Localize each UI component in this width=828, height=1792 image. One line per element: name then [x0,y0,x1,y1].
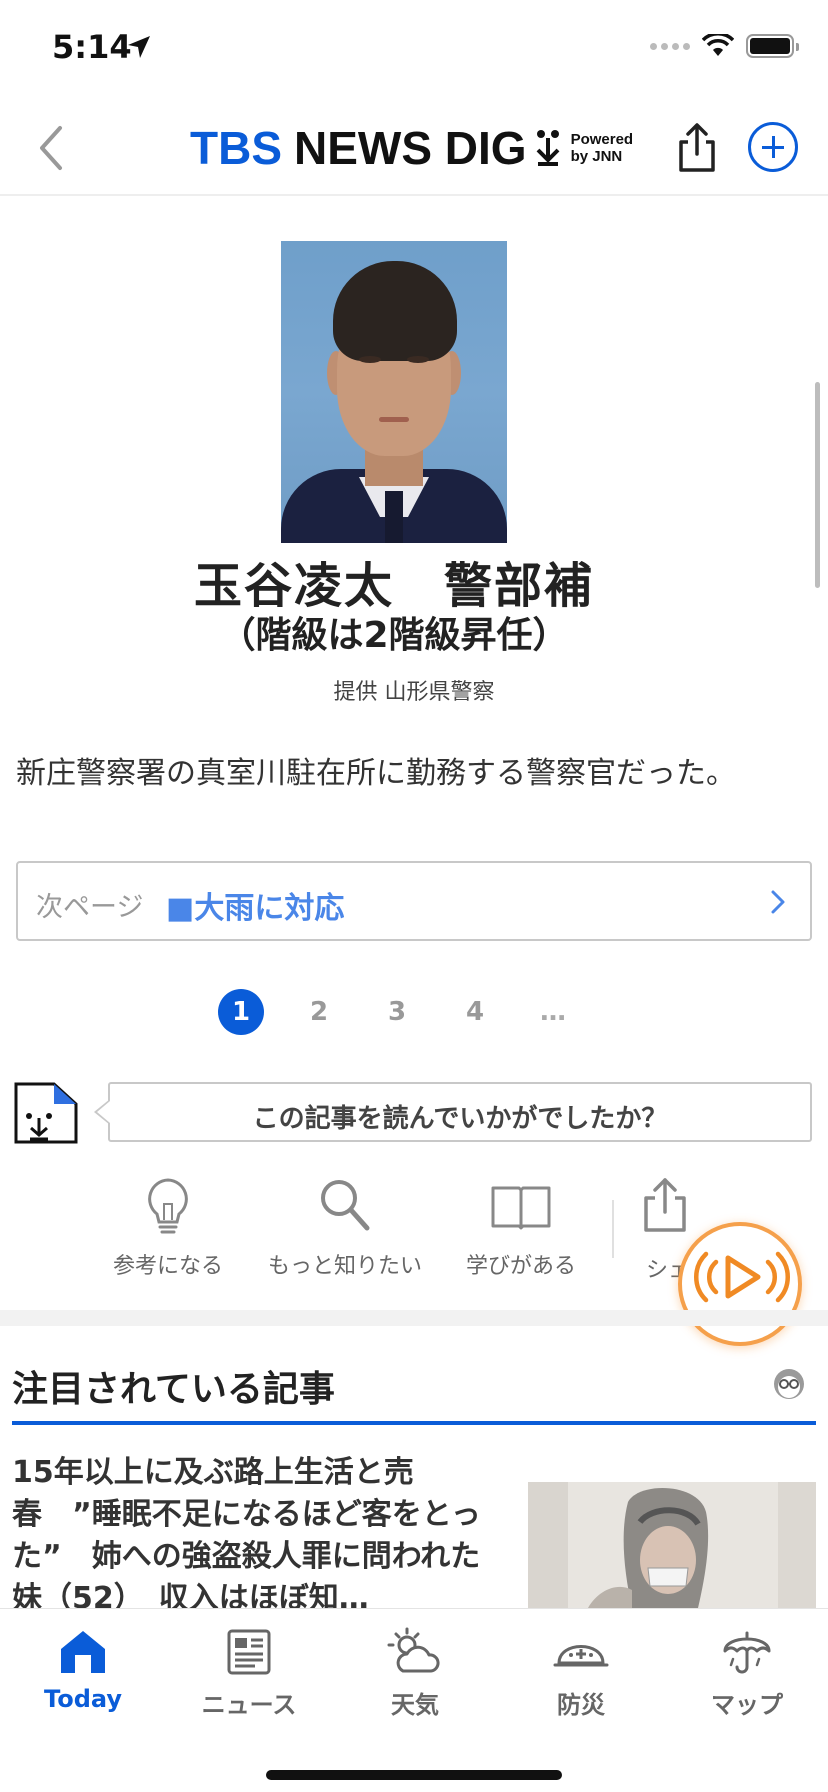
bottom-tab-bar: Today ニュース 天気 防災 マップ [0,1608,828,1792]
page-2-button[interactable]: 2 [296,989,342,1035]
tab-today[interactable]: Today [0,1627,166,1713]
tab-disaster-prevention[interactable]: 防災 [498,1627,664,1720]
photo-credit: 提供 山形県警察 [333,680,495,705]
trending-article-thumbnail [528,1482,816,1608]
book-icon [491,1186,551,1230]
chevron-right-icon [771,890,785,914]
glasses-mascot-icon [774,1369,804,1399]
battery-icon [746,34,799,58]
newspaper-icon [227,1629,271,1675]
reaction-want-more-button[interactable]: もっと知りたい [265,1176,425,1280]
share-icon[interactable] [672,120,722,176]
status-bar: 5:14 [0,0,828,100]
reaction-divider [612,1200,614,1258]
logo-mascot-icon [536,130,559,166]
page-4-button[interactable]: 4 [452,989,498,1035]
reaction-learned-label: 学びがある [465,1254,576,1279]
map-umbrella-icon [723,1631,771,1674]
feedback-question-bubble: この記事を読んでいかがでしたか？ [108,1082,812,1142]
trending-section-title: 注目されている記事 [12,1369,335,1410]
feedback-question: この記事を読んでいかがでしたか？ [252,1104,668,1134]
reaction-learned-button[interactable]: 学びがある [441,1176,601,1280]
helmet-icon [553,1645,609,1667]
tab-weather-label: 天気 [391,1691,439,1719]
next-page-title: ■大雨に対応 [166,891,345,926]
page-3-button[interactable]: 3 [374,989,420,1035]
logo-tbs-text: TBS [190,122,282,174]
tab-news[interactable]: ニュース [166,1627,332,1720]
reaction-helpful-label: 参考になる [112,1254,223,1279]
tab-today-label: Today [44,1685,122,1713]
article-photo [281,241,507,543]
tab-map-label: マップ [711,1691,783,1719]
home-icon [61,1631,105,1673]
trending-article-card[interactable]: 15年以上に及ぶ路上生活と売春 ”睡眠不足になるほど客をとった” 姉への強盗殺人… [0,1452,828,1608]
app-logo: TBS NEWS DIG Powered by JNN [190,118,633,178]
tab-map[interactable]: マップ [664,1627,828,1720]
trending-section-rule [12,1421,816,1425]
page-more-indicator: … [540,997,566,1027]
next-page-label: 次ページ [36,892,144,923]
pagination: 1 2 3 4 … [0,989,828,1035]
page-1-button[interactable]: 1 [218,989,264,1035]
logo-news-dig-text: NEWS DIG [294,122,527,174]
add-button[interactable] [748,122,798,172]
reaction-want-more-label: もっと知りたい [267,1254,422,1279]
share-icon [644,1178,686,1232]
tab-disaster-label: 防災 [557,1691,605,1719]
location-arrow-icon [128,36,150,58]
logo-powered-line2: by JNN [570,148,623,165]
live-stream-button[interactable]: LIVE [678,1222,802,1346]
logo-powered-by: Powered by JNN [571,131,634,165]
scroll-indicator [815,382,820,588]
tab-weather[interactable]: 天気 [332,1627,498,1720]
mascot-icon [14,1082,78,1144]
article-body-text: 新庄警察署の真室川駐在所に勤務する警察官だった。 [16,756,736,791]
status-indicators [650,34,799,58]
lightbulb-icon [148,1178,188,1234]
reaction-helpful-button[interactable]: 参考になる [88,1176,248,1280]
cellular-signal-icon [650,42,690,50]
logo-powered-line1: Powered [570,131,634,148]
back-chevron-icon[interactable] [26,120,76,176]
status-time: 5:14 [52,28,132,66]
search-icon [321,1180,370,1231]
section-separator [0,1310,828,1326]
trending-article-title: 15年以上に及ぶ路上生活と売春 ”睡眠不足になるほど客をとった” 姉への強盗殺人… [12,1455,481,1608]
navigation-bar: TBS NEWS DIG Powered by JNN [0,100,828,196]
wifi-icon [702,34,734,56]
next-page-link[interactable]: 次ページ ■大雨に対応 [16,861,812,941]
home-indicator[interactable] [266,1770,562,1780]
rank-note-caption: （階級は2階級昇任） [219,615,569,656]
weather-icon [387,1627,440,1673]
tab-news-label: ニュース [201,1691,297,1719]
